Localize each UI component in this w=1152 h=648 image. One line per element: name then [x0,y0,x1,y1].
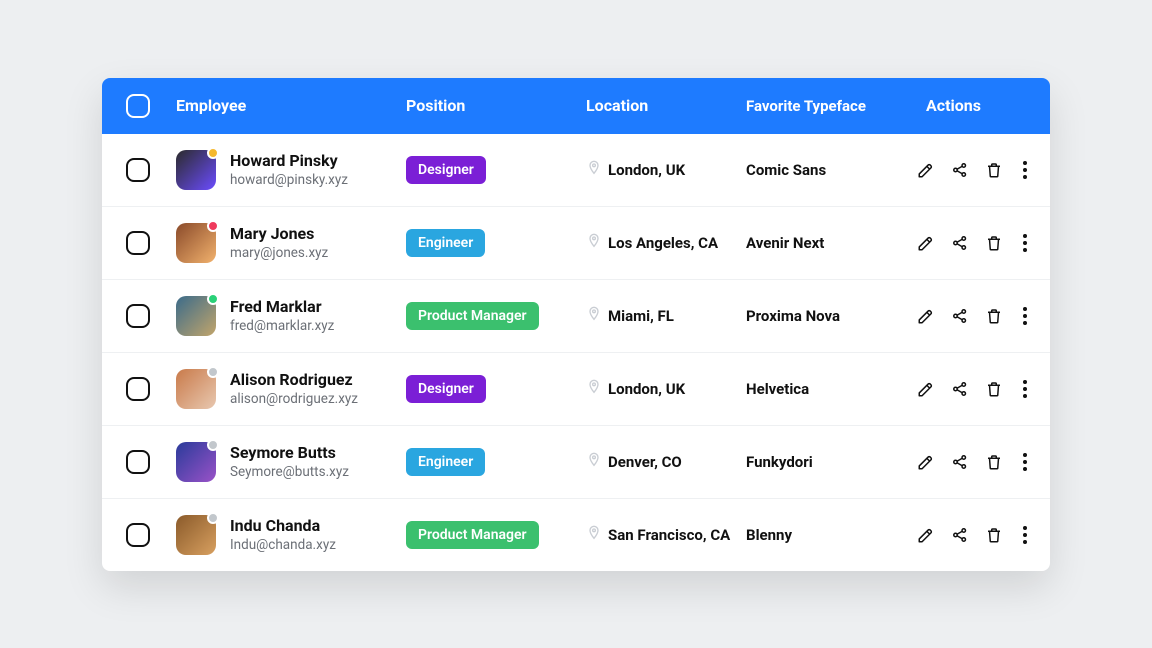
more-button[interactable] [1018,452,1032,472]
delete-button[interactable] [984,525,1004,545]
column-header-location: Location [586,96,746,115]
edit-button[interactable] [916,233,936,253]
location-pin-icon [586,525,602,545]
position-badge: Engineer [406,229,485,257]
employee-name: Indu Chanda [230,516,336,535]
avatar [176,296,216,336]
favorite-typeface: Funkydori [746,453,916,471]
more-button[interactable] [1018,233,1032,253]
status-dot [207,293,219,305]
table-row: Fred Marklar fred@marklar.xyz Product Ma… [102,280,1050,353]
table-row: Howard Pinsky howard@pinsky.xyz Designer… [102,134,1050,207]
column-header-position: Position [406,96,586,115]
more-button[interactable] [1018,160,1032,180]
delete-button[interactable] [984,160,1004,180]
column-header-employee: Employee [176,96,406,115]
employee-table: Employee Position Location Favorite Type… [102,78,1050,571]
employee-email: fred@marklar.xyz [230,318,334,334]
position-badge: Product Manager [406,302,539,330]
share-button[interactable] [950,379,970,399]
favorite-typeface: Avenir Next [746,234,916,252]
position-badge: Designer [406,375,486,403]
table-row: Alison Rodriguez alison@rodriguez.xyz De… [102,353,1050,426]
delete-button[interactable] [984,452,1004,472]
employee-email: alison@rodriguez.xyz [230,391,358,407]
favorite-typeface: Helvetica [746,380,916,398]
employee-name: Fred Marklar [230,297,334,316]
employee-email: howard@pinsky.xyz [230,172,348,188]
employee-email: Seymore@butts.xyz [230,464,349,480]
employee-name: Howard Pinsky [230,151,348,170]
share-button[interactable] [950,452,970,472]
location-text: San Francisco, CA [608,526,730,544]
delete-button[interactable] [984,233,1004,253]
location-text: Los Angeles, CA [608,234,718,252]
row-checkbox[interactable] [126,450,150,474]
edit-button[interactable] [916,306,936,326]
location-pin-icon [586,160,602,180]
more-button[interactable] [1018,525,1032,545]
avatar [176,223,216,263]
status-dot [207,366,219,378]
position-badge: Engineer [406,448,485,476]
favorite-typeface: Proxima Nova [746,307,916,325]
table-row: Indu Chanda Indu@chanda.xyz Product Mana… [102,499,1050,571]
edit-button[interactable] [916,452,936,472]
select-all-checkbox[interactable] [126,94,150,118]
share-button[interactable] [950,160,970,180]
share-button[interactable] [950,306,970,326]
share-button[interactable] [950,525,970,545]
row-checkbox[interactable] [126,158,150,182]
avatar [176,150,216,190]
edit-button[interactable] [916,525,936,545]
status-dot [207,147,219,159]
column-header-favorite: Favorite Typeface [746,97,916,115]
employee-email: Indu@chanda.xyz [230,537,336,553]
delete-button[interactable] [984,306,1004,326]
avatar [176,442,216,482]
location-pin-icon [586,379,602,399]
position-badge: Product Manager [406,521,539,549]
position-badge: Designer [406,156,486,184]
status-dot [207,512,219,524]
table-header: Employee Position Location Favorite Type… [102,78,1050,134]
table-row: Seymore Butts Seymore@butts.xyz Engineer… [102,426,1050,499]
location-text: London, UK [608,161,685,179]
row-checkbox[interactable] [126,231,150,255]
location-text: Denver, CO [608,453,682,471]
row-checkbox[interactable] [126,377,150,401]
avatar [176,369,216,409]
employee-name: Mary Jones [230,224,328,243]
edit-button[interactable] [916,160,936,180]
table-row: Mary Jones mary@jones.xyz Engineer Los A… [102,207,1050,280]
row-checkbox[interactable] [126,523,150,547]
location-pin-icon [586,306,602,326]
employee-email: mary@jones.xyz [230,245,328,261]
edit-button[interactable] [916,379,936,399]
employee-name: Alison Rodriguez [230,370,358,389]
location-pin-icon [586,233,602,253]
location-text: London, UK [608,380,685,398]
more-button[interactable] [1018,379,1032,399]
more-button[interactable] [1018,306,1032,326]
delete-button[interactable] [984,379,1004,399]
employee-name: Seymore Butts [230,443,349,462]
status-dot [207,220,219,232]
favorite-typeface: Blenny [746,526,916,544]
share-button[interactable] [950,233,970,253]
avatar [176,515,216,555]
location-text: Miami, FL [608,307,674,325]
column-header-actions: Actions [916,96,1026,115]
favorite-typeface: Comic Sans [746,161,916,179]
location-pin-icon [586,452,602,472]
status-dot [207,439,219,451]
table-body: Howard Pinsky howard@pinsky.xyz Designer… [102,134,1050,571]
row-checkbox[interactable] [126,304,150,328]
